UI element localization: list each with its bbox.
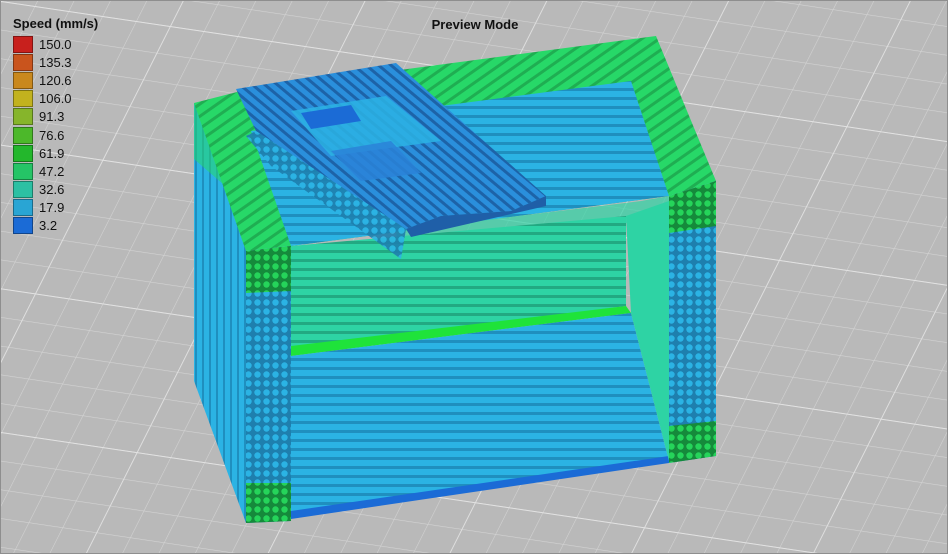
legend-value: 150.0 xyxy=(39,36,72,52)
preview-viewport[interactable]: Speed (mm/s) 150.0 135.3 120.6 106.0 91.3 76.… xyxy=(0,0,948,554)
speed-legend: Speed (mm/s) 150.0 135.3 120.6 106.0 91.3 76.… xyxy=(13,16,98,235)
legend-value: 91.3 xyxy=(39,109,65,125)
legend-swatch xyxy=(13,144,33,162)
legend-swatch xyxy=(13,53,33,71)
legend-entry: 47.2 xyxy=(13,162,98,180)
legend-swatch xyxy=(13,90,33,108)
legend-value: 135.3 xyxy=(39,54,72,70)
legend-value: 17.9 xyxy=(39,200,65,216)
legend-value: 3.2 xyxy=(39,218,58,234)
legend-value: 61.9 xyxy=(39,145,65,161)
legend-swatch xyxy=(13,35,33,53)
legend-entry: 135.3 xyxy=(13,53,98,71)
legend-entry: 106.0 xyxy=(13,90,98,108)
legend-entry: 91.3 xyxy=(13,108,98,126)
mode-title: Preview Mode xyxy=(431,17,519,32)
legend-value: 76.6 xyxy=(39,127,65,143)
legend-entry: 150.0 xyxy=(13,35,98,53)
legend-swatch xyxy=(13,126,33,144)
legend-value: 47.2 xyxy=(39,163,65,179)
legend-entry: 61.9 xyxy=(13,144,98,162)
legend-entry: 76.6 xyxy=(13,126,98,144)
legend-value: 106.0 xyxy=(39,91,72,107)
legend-swatch xyxy=(13,108,33,126)
legend-value: 120.6 xyxy=(39,72,72,88)
legend-swatch xyxy=(13,217,33,235)
legend-swatch xyxy=(13,162,33,180)
legend-entry: 120.6 xyxy=(13,71,98,89)
legend-entry: 32.6 xyxy=(13,181,98,199)
legend-swatch xyxy=(13,181,33,199)
legend-entry: 17.9 xyxy=(13,199,98,217)
legend-value: 32.6 xyxy=(39,182,65,198)
legend-swatch xyxy=(13,71,33,89)
print-preview-scene[interactable] xyxy=(1,1,947,553)
legend-swatch xyxy=(13,199,33,217)
legend-entry: 3.2 xyxy=(13,217,98,235)
